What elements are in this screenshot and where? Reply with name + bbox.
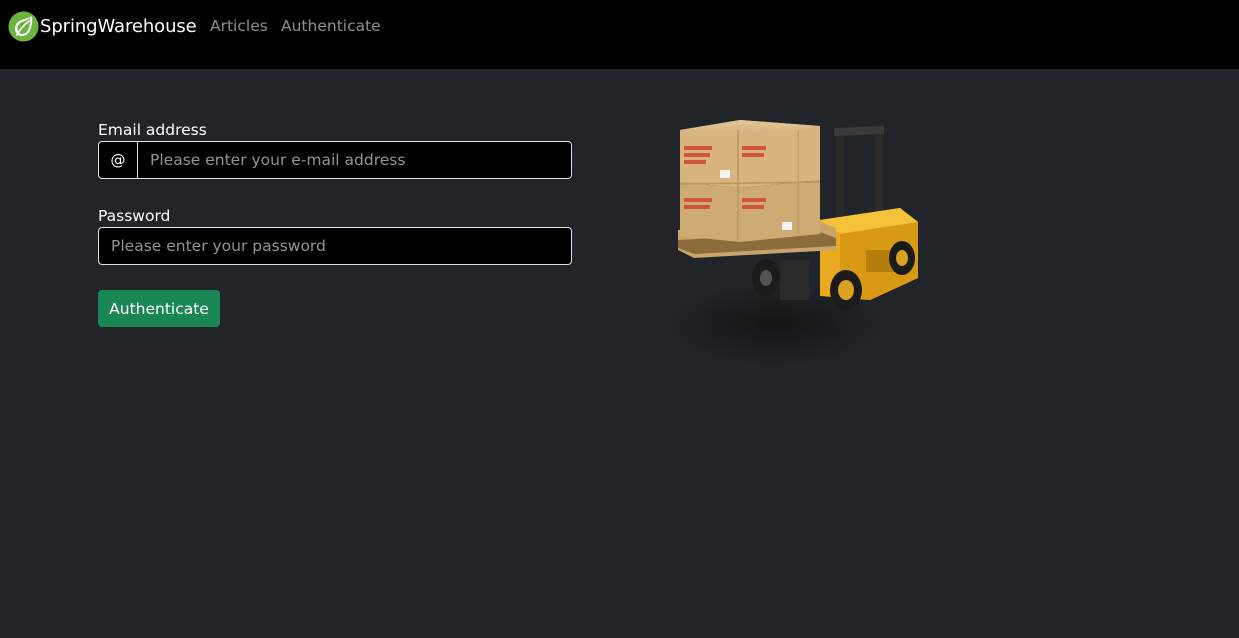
email-label: Email address xyxy=(98,121,207,139)
authenticate-button[interactable]: Authenticate xyxy=(98,290,220,327)
forklift-icon xyxy=(670,120,918,367)
nav-link-articles[interactable]: Articles xyxy=(210,16,268,36)
brand-link[interactable]: SpringWarehouse xyxy=(8,10,197,42)
password-label: Password xyxy=(98,207,171,225)
spring-leaf-icon xyxy=(8,11,39,41)
nav-link-authenticate[interactable]: Authenticate xyxy=(281,16,381,36)
at-sign-addon: @ xyxy=(99,142,138,178)
brand-name: SpringWarehouse xyxy=(40,15,197,37)
navbar: SpringWarehouse Articles Authenticate xyxy=(0,0,1239,69)
password-input[interactable] xyxy=(98,227,572,265)
email-input[interactable] xyxy=(138,142,571,178)
email-input-group: @ xyxy=(98,141,572,179)
